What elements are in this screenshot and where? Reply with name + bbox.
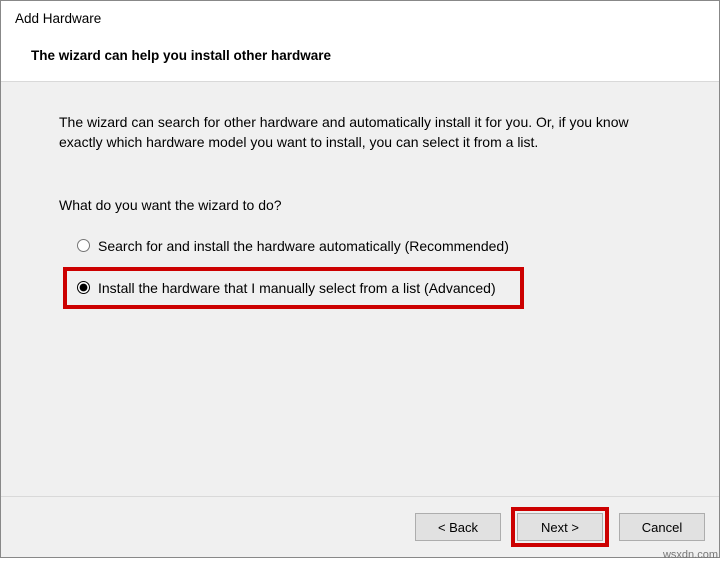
dialog-body: The wizard can search for other hardware…: [1, 82, 719, 496]
radio-auto[interactable]: [77, 239, 90, 252]
next-button-highlight: Next >: [511, 507, 609, 547]
back-button[interactable]: < Back: [415, 513, 501, 541]
next-button[interactable]: Next >: [517, 513, 603, 541]
cancel-button-wrap: Cancel: [619, 513, 705, 541]
dialog-subtitle: The wizard can help you install other ha…: [13, 48, 707, 63]
option-manual-label: Install the hardware that I manually sel…: [98, 279, 496, 297]
radio-manual[interactable]: [77, 281, 90, 294]
dialog-header: Add Hardware The wizard can help you ins…: [1, 1, 719, 81]
watermark: wsxdn.com: [663, 549, 718, 561]
cancel-button[interactable]: Cancel: [619, 513, 705, 541]
option-auto-label: Search for and install the hardware auto…: [98, 237, 509, 255]
option-auto-row[interactable]: Search for and install the hardware auto…: [71, 233, 691, 259]
add-hardware-dialog: Add Hardware The wizard can help you ins…: [0, 0, 720, 558]
option-manual-row[interactable]: Install the hardware that I manually sel…: [73, 279, 496, 297]
dialog-title: Add Hardware: [13, 11, 707, 26]
option-manual-highlight: Install the hardware that I manually sel…: [63, 267, 524, 309]
back-button-wrap: < Back: [415, 513, 501, 541]
prompt-text: What do you want the wizard to do?: [59, 197, 691, 213]
dialog-footer: < Back Next > Cancel: [1, 496, 719, 557]
intro-text: The wizard can search for other hardware…: [59, 112, 669, 153]
